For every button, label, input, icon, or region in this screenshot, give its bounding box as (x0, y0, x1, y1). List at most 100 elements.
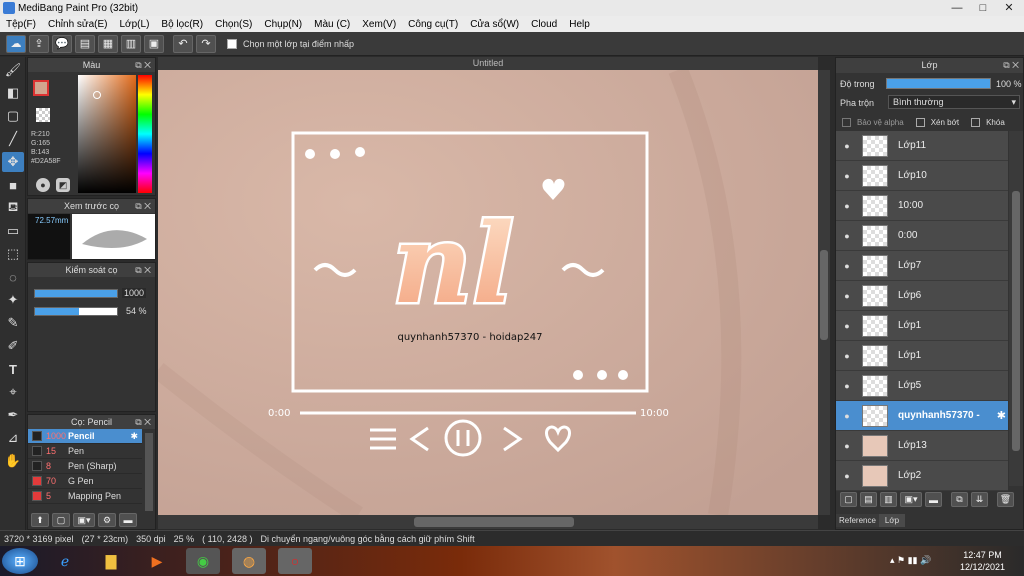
visibility-icon[interactable]: ● (840, 379, 854, 393)
canvas-horizontal-thumb[interactable] (414, 517, 574, 527)
brush-opacity-value[interactable]: 54 % (126, 306, 147, 316)
brush-settings-icon[interactable]: ⚙ (98, 513, 116, 527)
brush-item[interactable]: 8 Pen (Sharp) (28, 459, 142, 474)
magic-wand-icon[interactable]: ✦ (2, 290, 24, 310)
media-player-icon[interactable]: ▶ (140, 548, 174, 574)
line-tool-icon[interactable]: ╱ (2, 129, 24, 149)
chrome-icon[interactable]: ◉ (186, 548, 220, 574)
gear-icon[interactable]: ✱ (130, 431, 138, 442)
select-eraser-icon[interactable]: ✐ (2, 336, 24, 356)
transparent-swatch[interactable] (36, 108, 50, 122)
visibility-icon[interactable]: ● (840, 409, 854, 423)
brush-item[interactable]: 1000 Pencil ✱ (28, 429, 142, 444)
layer-row[interactable]: ● Lớp1 (836, 341, 1008, 371)
visibility-icon[interactable]: ● (840, 169, 854, 183)
color-switch-icon[interactable]: ◩ (56, 178, 70, 192)
visibility-icon[interactable]: ● (840, 289, 854, 303)
layer-row[interactable]: ● Lớp10 (836, 161, 1008, 191)
menu-help[interactable]: Help (563, 19, 596, 30)
saturation-value-picker[interactable] (78, 75, 136, 193)
menu-tools[interactable]: Công cụ(T) (402, 19, 464, 30)
new-halftone-layer-icon[interactable]: ▤ (860, 492, 877, 507)
visibility-icon[interactable]: ● (840, 319, 854, 333)
panel-close-icon[interactable]: ⧉ ✕ (135, 263, 151, 277)
brush-item[interactable]: 15 Pen (28, 444, 142, 459)
gear-icon[interactable]: ✱ (997, 409, 1006, 422)
menu-cloud[interactable]: Cloud (525, 19, 563, 30)
menu-snap[interactable]: Chụp(N) (258, 19, 308, 30)
merge-layer-icon[interactable]: ⇊ (971, 492, 988, 507)
file-explorer-icon[interactable]: ▇ (94, 548, 128, 574)
new-layer-icon[interactable]: ▢ (840, 492, 857, 507)
clipping-checkbox[interactable] (915, 118, 925, 127)
visibility-icon[interactable]: ● (840, 439, 854, 453)
canvas[interactable]: nl quynhanh57370 - hoidap247 0:00 10:00 (152, 66, 818, 523)
select-layer-checkbox[interactable] (227, 38, 237, 49)
text-tool-icon[interactable]: T (2, 359, 24, 379)
gradient-tool-icon[interactable]: ▭ (2, 221, 24, 241)
palette-icon[interactable]: ● (36, 178, 50, 192)
duplicate-layer-icon[interactable]: ⧉ (951, 492, 968, 507)
menu-filter[interactable]: Bộ lọc(R) (155, 19, 209, 30)
new-8bit-layer-icon[interactable]: ▥ (880, 492, 897, 507)
visibility-icon[interactable]: ● (840, 349, 854, 363)
layer-row[interactable]: ● Lớp6 (836, 281, 1008, 311)
canvas-vertical-scrollbar[interactable] (818, 70, 830, 515)
delete-layer-icon[interactable]: 🗑 (997, 492, 1014, 507)
move-tool-icon[interactable]: ✥ (2, 152, 24, 172)
select-pen-icon[interactable]: ✎ (2, 313, 24, 333)
panel-close-icon[interactable]: ⧉ ✕ (1003, 58, 1019, 72)
fill-rect-icon[interactable]: ■ (2, 175, 24, 195)
menu-select[interactable]: Chọn(S) (209, 19, 258, 30)
lock-checkbox[interactable] (971, 118, 981, 127)
visibility-icon[interactable]: ● (840, 469, 854, 483)
brush-size-value[interactable]: 1000 (122, 288, 147, 298)
bucket-tool-icon[interactable]: ⛾ (2, 198, 24, 218)
hand-tool-icon[interactable]: ✋ (2, 451, 24, 471)
undo-icon[interactable]: ↶ (173, 34, 193, 53)
select-rect-icon[interactable]: ⬚ (2, 244, 24, 264)
lasso-tool-icon[interactable]: ◌ (2, 267, 24, 287)
grid-icon[interactable]: ▥ (121, 34, 141, 53)
start-button-icon[interactable]: ⊞ (2, 548, 38, 574)
rect-tool-icon[interactable]: ▢ (2, 106, 24, 126)
menu-window[interactable]: Cửa sổ(W) (464, 19, 525, 30)
layer-folder-icon[interactable]: ▬ (925, 492, 942, 507)
panel-close-icon[interactable]: ⧉ ✕ (135, 58, 151, 72)
brush-list-scrollbar[interactable] (145, 433, 153, 511)
document-tab[interactable]: Untitled (158, 57, 818, 70)
panel-close-icon[interactable]: ⧉ ✕ (135, 199, 151, 213)
comment-icon[interactable]: 💬 (52, 34, 72, 53)
brush-item[interactable]: 70 G Pen (28, 474, 142, 489)
brush-new-icon[interactable]: ▢ (52, 513, 70, 527)
layer-row[interactable]: ● quynhanh57370 - ✱ (836, 401, 1008, 431)
paint-app-icon[interactable]: ◍ (232, 548, 266, 574)
menu-layer[interactable]: Lớp(L) (114, 19, 156, 30)
visibility-icon[interactable]: ● (840, 199, 854, 213)
layer-tab[interactable]: Lớp (878, 514, 906, 527)
layer-row[interactable]: ● Lớp1 (836, 311, 1008, 341)
brush-menu-icon[interactable]: ▣▾ (73, 513, 95, 527)
dropper-icon[interactable]: ⊿ (2, 428, 24, 448)
document-icon[interactable]: ▤ (75, 34, 95, 53)
brush-add-icon[interactable]: ⬆ (31, 513, 49, 527)
brush-item[interactable]: 5 Mapping Pen (28, 489, 142, 504)
layer-row[interactable]: ● 0:00 (836, 221, 1008, 251)
layout-icon[interactable]: ▣ (144, 34, 164, 53)
tray-icons[interactable]: ▴ ⚑ ▮▮ 🔊 (890, 555, 931, 566)
menu-view[interactable]: Xem(V) (356, 19, 402, 30)
canvas-horizontal-scrollbar[interactable] (158, 515, 818, 529)
close-button[interactable]: ✕ (996, 0, 1022, 16)
brush-size-slider[interactable] (34, 289, 118, 298)
menu-edit[interactable]: Chỉnh sửa(E) (42, 19, 114, 30)
brush-opacity-slider[interactable] (34, 307, 118, 316)
page-icon[interactable]: ▦ (98, 34, 118, 53)
layer-row[interactable]: ● Lớp13 (836, 431, 1008, 461)
visibility-icon[interactable]: ● (840, 259, 854, 273)
share-icon[interactable]: ⇪ (29, 34, 49, 53)
internet-explorer-icon[interactable]: ℯ (48, 548, 82, 574)
reference-tab[interactable]: Reference (836, 514, 879, 527)
layer-scrollbar[interactable] (1009, 131, 1023, 486)
panel-close-icon[interactable]: ⧉ ✕ (135, 415, 151, 429)
canvas-vertical-thumb[interactable] (820, 250, 828, 340)
